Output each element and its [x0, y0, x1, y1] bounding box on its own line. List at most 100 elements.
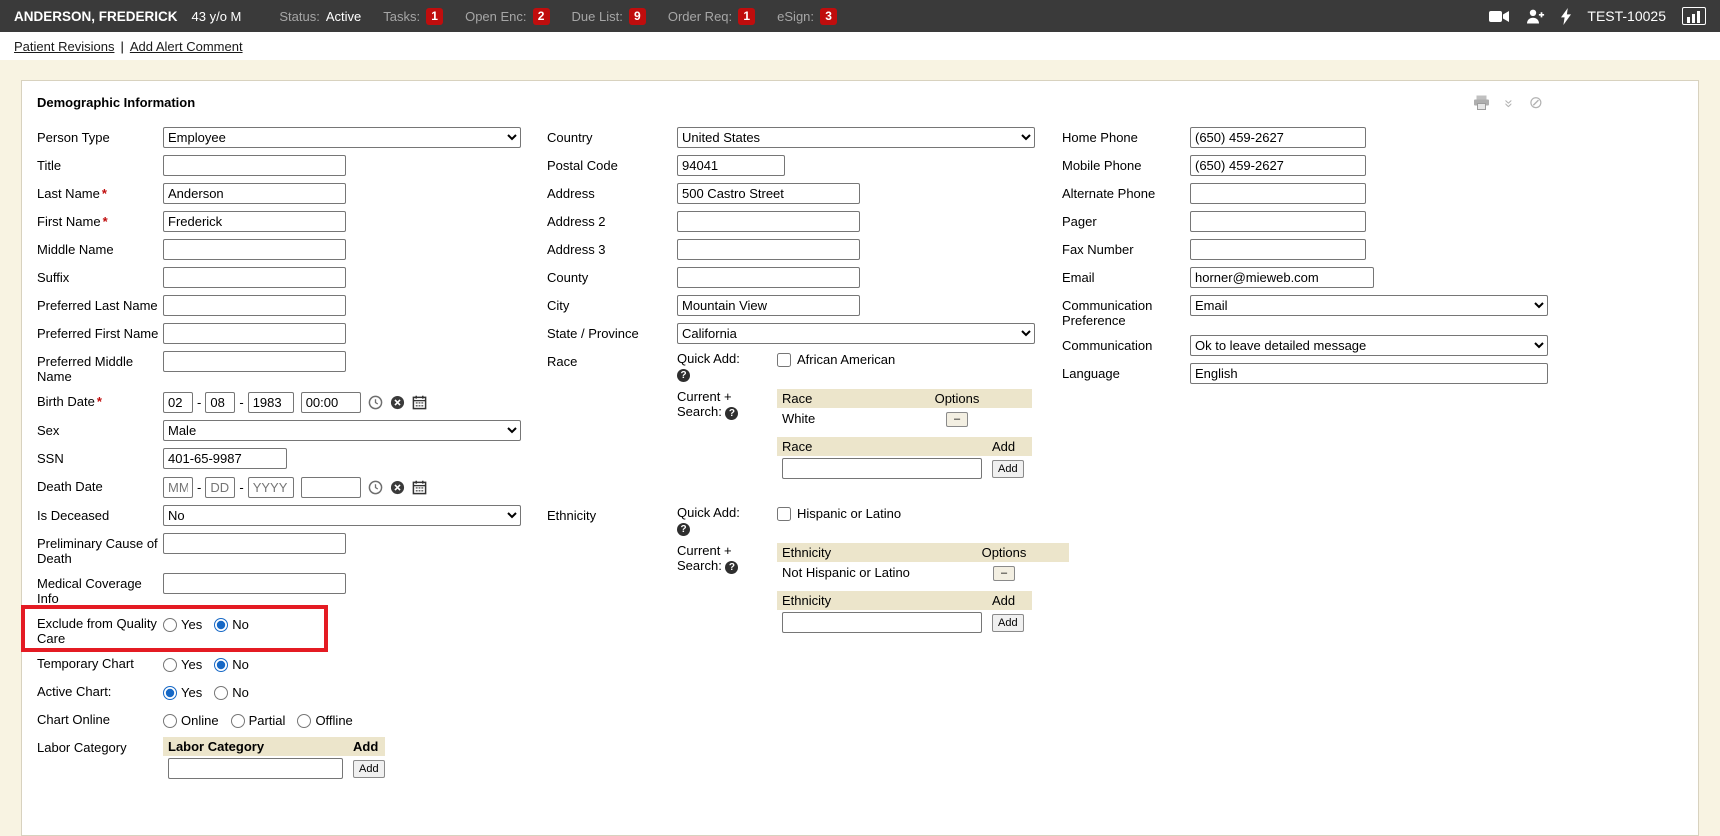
remove-race-button[interactable]: –	[946, 412, 968, 427]
chart-online-online-radio[interactable]	[163, 714, 177, 728]
email-input[interactable]	[1190, 267, 1374, 288]
birth-year-input[interactable]	[248, 392, 294, 413]
communication-select[interactable]: Ok to leave detailed message	[1190, 335, 1548, 356]
is-deceased-select[interactable]: No	[163, 505, 521, 526]
ethnicity-add-input[interactable]	[782, 612, 982, 633]
first-name-input[interactable]	[163, 211, 346, 232]
active-chart-no-option[interactable]: No	[214, 685, 249, 700]
order-req-counter[interactable]: Order Req: 1	[668, 8, 755, 25]
field-preferred-last-name: Preferred Last Name	[37, 295, 542, 316]
death-day-input[interactable]	[205, 477, 235, 498]
help-icon[interactable]: ?	[725, 561, 738, 574]
clear-date-icon[interactable]	[390, 395, 405, 410]
remove-ethnicity-button[interactable]: –	[993, 566, 1015, 581]
ethnicity-hispanic-option[interactable]: Hispanic or Latino	[777, 505, 901, 521]
chart-online-online-option[interactable]: Online	[163, 713, 219, 728]
calendar-icon[interactable]	[412, 395, 427, 410]
labor-category-add-button[interactable]: Add	[353, 760, 385, 778]
help-icon[interactable]: ?	[725, 407, 738, 420]
death-year-input[interactable]	[248, 477, 294, 498]
death-month-input[interactable]	[163, 477, 193, 498]
ethnicity-hispanic-checkbox[interactable]	[777, 507, 791, 521]
medical-coverage-input[interactable]	[163, 573, 346, 594]
add-alert-comment-link[interactable]: Add Alert Comment	[130, 39, 243, 54]
address2-input[interactable]	[677, 211, 860, 232]
collapse-icon[interactable]: »	[1506, 94, 1512, 111]
esign-badge[interactable]: 3	[820, 8, 837, 25]
exclude-quality-yes-radio[interactable]	[163, 618, 177, 632]
communication-preference-select[interactable]: Email	[1190, 295, 1548, 316]
calendar-icon[interactable]	[412, 480, 427, 495]
clock-icon[interactable]	[368, 395, 383, 410]
last-name-input[interactable]	[163, 183, 346, 204]
fax-number-input[interactable]	[1190, 239, 1366, 260]
alternate-phone-input[interactable]	[1190, 183, 1366, 204]
birth-month-input[interactable]	[163, 392, 193, 413]
temporary-chart-no-radio[interactable]	[214, 658, 228, 672]
active-chart-no-radio[interactable]	[214, 686, 228, 700]
video-camera-icon[interactable]	[1489, 10, 1510, 23]
race-african-american-option[interactable]: African American	[777, 351, 895, 367]
postal-code-input[interactable]	[677, 155, 785, 176]
preferred-first-name-input[interactable]	[163, 323, 346, 344]
clear-date-icon[interactable]	[390, 480, 405, 495]
country-select[interactable]: United States	[677, 127, 1035, 148]
due-list-counter[interactable]: Due List: 9	[572, 8, 646, 25]
clock-icon[interactable]	[368, 480, 383, 495]
esign-counter[interactable]: eSign: 3	[777, 8, 837, 25]
city-input[interactable]	[677, 295, 860, 316]
pager-input[interactable]	[1190, 211, 1366, 232]
title-input[interactable]	[163, 155, 346, 176]
temporary-chart-yes-option[interactable]: Yes	[163, 657, 202, 672]
chart-icon[interactable]	[1682, 7, 1706, 25]
chart-online-label: Chart Online	[37, 709, 163, 727]
exclude-quality-yes-option[interactable]: Yes	[163, 617, 202, 632]
labor-category-input[interactable]	[168, 758, 343, 779]
chart-online-offline-option[interactable]: Offline	[297, 713, 352, 728]
race-add-button[interactable]: Add	[992, 460, 1024, 478]
exclude-quality-no-option[interactable]: No	[214, 617, 249, 632]
preliminary-cause-input[interactable]	[163, 533, 346, 554]
preferred-last-name-input[interactable]	[163, 295, 346, 316]
home-phone-input[interactable]	[1190, 127, 1366, 148]
suffix-input[interactable]	[163, 267, 346, 288]
exclude-quality-no-radio[interactable]	[214, 618, 228, 632]
temporary-chart-no-option[interactable]: No	[214, 657, 249, 672]
temporary-chart-yes-radio[interactable]	[163, 658, 177, 672]
sex-select[interactable]: Male	[163, 420, 521, 441]
chart-online-partial-radio[interactable]	[231, 714, 245, 728]
order-req-badge[interactable]: 1	[738, 8, 755, 25]
ethnicity-add-button[interactable]: Add	[992, 614, 1024, 632]
open-enc-badge[interactable]: 2	[533, 8, 550, 25]
state-select[interactable]: California	[677, 323, 1035, 344]
chart-online-offline-radio[interactable]	[297, 714, 311, 728]
race-african-american-checkbox[interactable]	[777, 353, 791, 367]
race-add-input[interactable]	[782, 458, 982, 479]
person-type-select[interactable]: Employee	[163, 127, 521, 148]
due-list-badge[interactable]: 9	[629, 8, 646, 25]
mobile-phone-input[interactable]	[1190, 155, 1366, 176]
chart-online-partial-option[interactable]: Partial	[231, 713, 286, 728]
preferred-middle-name-input[interactable]	[163, 351, 346, 372]
address3-input[interactable]	[677, 239, 860, 260]
add-person-icon[interactable]	[1526, 9, 1545, 24]
birth-day-input[interactable]	[205, 392, 235, 413]
active-chart-yes-option[interactable]: Yes	[163, 685, 202, 700]
open-enc-counter[interactable]: Open Enc: 2	[465, 8, 549, 25]
tasks-badge[interactable]: 1	[426, 8, 443, 25]
county-input[interactable]	[677, 267, 860, 288]
lightning-icon[interactable]	[1561, 8, 1571, 25]
address-input[interactable]	[677, 183, 860, 204]
print-icon[interactable]	[1473, 95, 1490, 110]
birth-time-input[interactable]	[301, 392, 361, 413]
patient-revisions-link[interactable]: Patient Revisions	[14, 39, 114, 54]
help-icon[interactable]: ?	[677, 523, 690, 536]
ssn-input[interactable]	[163, 448, 287, 469]
active-chart-yes-radio[interactable]	[163, 686, 177, 700]
tasks-counter[interactable]: Tasks: 1	[383, 8, 443, 25]
disable-icon[interactable]: ⊘	[1529, 94, 1543, 111]
help-icon[interactable]: ?	[677, 369, 690, 382]
middle-name-input[interactable]	[163, 239, 346, 260]
language-input[interactable]	[1190, 363, 1548, 384]
death-time-input[interactable]	[301, 477, 361, 498]
